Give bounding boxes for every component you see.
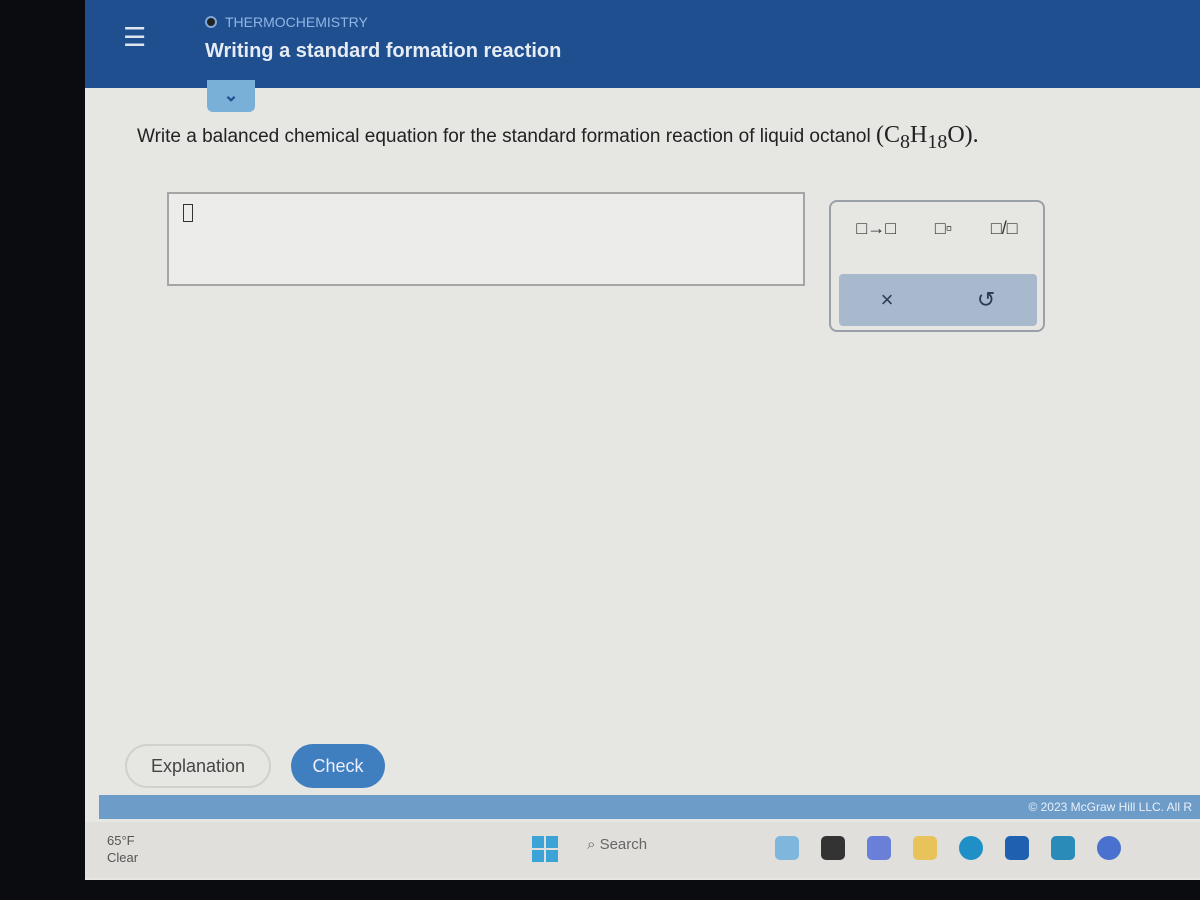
subscript-button[interactable]: □▫	[935, 218, 952, 239]
app-icon[interactable]	[775, 836, 799, 860]
undo-button[interactable]: ↺	[977, 287, 995, 313]
chevron-down-icon[interactable]: ⌄	[207, 80, 255, 112]
cursor-icon	[183, 204, 193, 222]
f3: H	[909, 122, 928, 148]
weather-condition: Clear	[107, 850, 139, 865]
app-icon[interactable]	[1097, 836, 1121, 860]
f1: (C	[875, 122, 900, 148]
topic-text: THERMOCHEMISTRY	[225, 14, 368, 30]
taskbar-apps	[775, 836, 1121, 860]
explanation-button[interactable]: Explanation	[125, 744, 271, 788]
answer-input[interactable]	[167, 192, 805, 286]
topic-label: THERMOCHEMISTRY	[205, 14, 368, 30]
search-label: Search	[599, 836, 648, 853]
windows-start-icon[interactable]	[532, 836, 558, 862]
store-icon[interactable]	[1005, 836, 1029, 860]
temperature: 65°F	[107, 833, 135, 848]
copyright-footer: © 2023 McGraw Hill LLC. All R	[99, 795, 1200, 819]
f5: O).	[947, 122, 979, 148]
header: ☰ THERMOCHEMISTRY Writing a standard for…	[85, 0, 1200, 88]
taskbar: 65°F Clear ⌕ Search	[85, 822, 1200, 878]
f4: 18	[927, 130, 948, 153]
edge-icon[interactable]	[959, 836, 983, 860]
app-icon[interactable]	[867, 836, 891, 860]
app-screen: ☰ THERMOCHEMISTRY Writing a standard for…	[85, 0, 1200, 880]
question-text: Write a balanced chemical equation for t…	[137, 122, 979, 154]
page-title: Writing a standard formation reaction	[205, 40, 562, 62]
question-body: Write a balanced chemical equation for t…	[137, 126, 871, 147]
app-icon[interactable]	[821, 836, 845, 860]
f2: 8	[899, 130, 910, 153]
octanol-formula: (C8H18O).	[875, 122, 979, 153]
status-dot-icon	[205, 16, 217, 28]
menu-icon[interactable]: ☰	[123, 22, 146, 53]
clear-button[interactable]: ×	[881, 287, 894, 313]
fraction-button[interactable]: □/□	[991, 218, 1018, 239]
folder-icon[interactable]	[913, 836, 937, 860]
check-button[interactable]: Check	[291, 744, 385, 788]
taskbar-search[interactable]: ⌕ Search	[587, 836, 647, 853]
weather-widget[interactable]: 65°F Clear	[107, 832, 138, 866]
reaction-arrow-button[interactable]: □→□	[856, 218, 896, 239]
mail-icon[interactable]	[1051, 836, 1075, 860]
tool-palette: □→□ □▫ □/□ × ↺	[829, 200, 1045, 332]
